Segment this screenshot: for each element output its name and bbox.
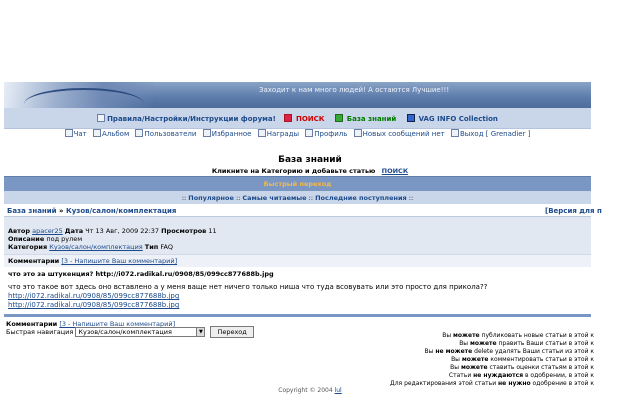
article-date: Чт 13 Авг, 2009 22:37 [85,227,160,235]
comments-link[interactable]: [3 - Напишите Ваш комментарий] [61,257,177,265]
page-subtitle: Кликните на Категорию и добавьте статью … [211,167,409,175]
vag-icon [406,114,415,122]
permission-line: Вы не можете delete удалять Ваши статьи … [424,348,594,355]
image-link-2[interactable]: http://i072.radikal.ru/0908/85/099cc8776… [8,301,179,309]
permission-line: Вы можете ставить оценки статьям в этой … [450,364,594,371]
main-nav: Правила/Настройки/Инструкции форума! ПОИ… [4,108,591,129]
nav-chat[interactable]: Чат [64,129,87,138]
nav-album[interactable]: Альбом [92,129,129,138]
permission-line: Статьи не нуждаются в одобрении, в этой … [448,372,594,379]
rules-link[interactable]: Правила/Настройки/Инструкции форума! [95,114,276,123]
page-title: База знаний [278,155,342,165]
search-icon [284,114,292,122]
tab-latest[interactable]: Последние поступления [315,194,407,202]
banner-tagline: Заходит к нам много людей! А остаются Лу… [259,86,450,94]
knowledge-link[interactable]: База знаний [333,114,399,123]
breadcrumb-root[interactable]: База знаний [7,207,57,215]
nav-profile[interactable]: Профиль [305,129,347,138]
category-select[interactable]: Кузов/салон/комплектация ▼ [75,327,206,337]
article-views: 11 [208,227,217,235]
permissions-list: Вы можете публиковать новые статьи в это… [390,332,594,388]
awards-icon [257,129,266,137]
favorites-icon [202,129,211,137]
profile-icon [305,129,314,137]
subtitle-search-link[interactable]: ПОИСК [382,167,409,175]
kb-tabs: :: Популярное :: Самые читаемые :: После… [4,191,591,204]
quick-nav-bar: Быстрый переход [4,176,591,192]
messages-icon [353,129,362,137]
tab-popular[interactable]: Популярное [188,194,234,202]
article-type: FAQ [160,243,173,251]
article-body: что это за штукенция? http://i072.radika… [4,267,591,313]
article-desc: под рулем [46,235,83,243]
logout-icon [450,129,459,137]
tab-most-read[interactable]: Самые читаемые [242,194,306,202]
article-category-link[interactable]: Кузов/салон/комплектация [49,243,143,251]
breadcrumb-category[interactable]: Кузов/салон/комплектация [66,207,176,215]
chat-icon [64,129,73,137]
vag-link[interactable]: VAG INFO Collection [405,114,500,123]
article-info: Автор apacer25 Дата Чт 13 Авг, 2009 22:3… [4,216,591,255]
album-icon [92,129,101,137]
nav-awards[interactable]: Награды [257,129,299,138]
search-link[interactable]: ПОИСК [282,114,327,123]
permission-line: Вы можете комментировать статьи в этой к [451,356,594,363]
nav-users[interactable]: Пользователи [135,129,196,138]
quick-nav-label[interactable]: Быстрый переход [4,180,591,188]
chevron-down-icon: ▼ [196,328,205,336]
go-button[interactable]: Переход [210,326,254,338]
image-link-1[interactable]: http://i072.radikal.ru/0908/85/099cc8776… [8,292,179,300]
footer-copyright: Copyright © 2004 lul [278,387,342,394]
print-version-link[interactable]: [Версия для п [545,207,602,215]
comments-row: Комментарии [3 - Напишите Ваш комментари… [4,254,591,268]
quick-jump: Быстрая навигация Кузов/салон/комплектац… [6,326,254,338]
users-icon [135,129,144,137]
article-question: что это за штукенция? http://i072.radika… [8,270,274,278]
knowledge-icon [334,114,343,122]
nav-logout[interactable]: Выход [ Grenadier ] [450,129,530,138]
permission-line: Вы можете публиковать новые статьи в это… [442,332,594,339]
permission-line: Вы можете править Ваши статьи в этой к [459,340,594,347]
rules-icon [97,114,106,122]
nav-no-new[interactable]: Новых сообщений нет [353,129,445,138]
author-link[interactable]: apacer25 [32,227,63,235]
user-nav: Чат Альбом Пользователи Избранное Наград… [4,129,591,144]
nav-favorites[interactable]: Избранное [202,129,251,138]
breadcrumb: База знаний » Кузов/салон/комплектация [7,207,177,215]
header-banner: Заходит к нам много людей! А остаются Лу… [4,82,591,108]
article-text: что это такое вот здесь оно вставлено а … [8,283,488,309]
footer-author-link[interactable]: lul [335,387,342,394]
divider [4,314,591,317]
